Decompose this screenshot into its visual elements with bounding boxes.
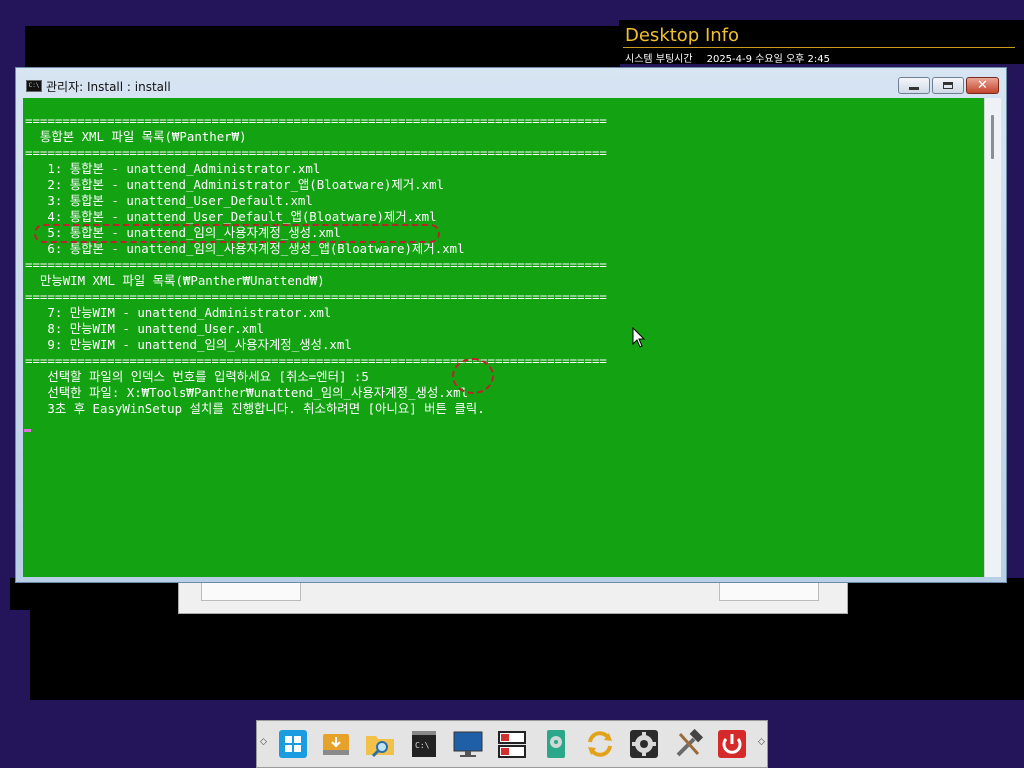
desktop-info-panel: Desktop Info 시스템 부팅시간 2025-4-9 수요일 오후 2:4…: [619, 20, 1024, 65]
console-line: 8: 만능WIM - unattend_User.xml: [25, 321, 265, 336]
vertical-scrollbar[interactable]: [984, 98, 1001, 577]
taskbar: ◇ ◇ C:\: [256, 720, 768, 768]
close-icon: ✕: [977, 78, 988, 93]
scrollbar-thumb[interactable]: [991, 115, 994, 159]
boot-time-label: 시스템 부팅시간: [625, 54, 693, 65]
console-line: ========================================…: [25, 257, 607, 272]
dialog-button[interactable]: [201, 581, 301, 601]
settings-icon[interactable]: [628, 728, 660, 760]
minimize-icon: [909, 87, 919, 90]
chevron-right-icon[interactable]: ◇: [758, 737, 765, 747]
console-line: 선택한 파일: X:₩Tools₩Panther₩unattend_임의_사용자…: [25, 385, 469, 400]
console-line: 만능WIM XML 파일 목록(₩Panther₩Unattend₩): [25, 273, 325, 288]
close-button[interactable]: ✕: [966, 77, 999, 94]
console-line: 3초 후 EasyWinSetup 설치를 진행합니다. 취소하려면 [아니요]…: [25, 401, 485, 416]
svg-text:C:\: C:\: [415, 741, 430, 750]
console-window[interactable]: C:\ 관리자: Install : install ✕ ===========…: [15, 67, 1007, 583]
maximize-icon: [943, 82, 953, 89]
maximize-button[interactable]: [932, 77, 964, 94]
disk-utility-icon[interactable]: [540, 728, 572, 760]
background-window: [25, 26, 620, 71]
cmd-icon: C:\: [26, 80, 42, 92]
mouse-pointer-icon: [632, 327, 646, 348]
minimize-button[interactable]: [898, 77, 930, 94]
console-output[interactable]: ========================================…: [23, 98, 984, 577]
usb-drive-icon[interactable]: [320, 728, 352, 760]
monitor-icon[interactable]: [452, 728, 484, 760]
windows-start-icon[interactable]: [277, 728, 309, 760]
console-line: ========================================…: [25, 353, 607, 368]
disk-manager-icon[interactable]: [496, 728, 528, 760]
text-cursor: [24, 429, 31, 432]
console-line: 통합본 XML 파일 목록(₩Panther₩): [25, 129, 247, 144]
tools-icon[interactable]: [672, 728, 704, 760]
console-line: 7: 만능WIM - unattend_Administrator.xml: [25, 305, 332, 320]
console-line: 6: 통합본 - unattend_임의_사용자계정_생성_앱(Bloatwar…: [25, 241, 465, 256]
console-line: 9: 만능WIM - unattend_임의_사용자계정_생성.xml: [25, 337, 352, 352]
sync-icon[interactable]: [584, 728, 616, 760]
desktop-info-divider: [623, 47, 1015, 48]
console-line: ========================================…: [25, 145, 607, 160]
command-prompt-icon[interactable]: C:\: [408, 728, 440, 760]
window-titlebar[interactable]: C:\ 관리자: Install : install ✕: [16, 68, 1006, 98]
console-line: 선택할 파일의 인덱스 번호를 입력하세요 [취소=엔터] :5: [25, 369, 369, 384]
desktop-info-title: Desktop Info: [625, 25, 740, 46]
console-line: ========================================…: [25, 289, 607, 304]
folder-search-icon[interactable]: [364, 728, 396, 760]
dialog-button[interactable]: [719, 581, 819, 601]
console-line: 3: 통합본 - unattend_User_Default.xml: [25, 193, 313, 208]
power-icon[interactable]: [716, 728, 748, 760]
highlight-selected-row: [34, 224, 440, 243]
console-line: 2: 통합본 - unattend_Administrator_앱(Bloatw…: [25, 177, 445, 192]
console-line: 1: 통합본 - unattend_Administrator.xml: [25, 161, 321, 176]
boot-time-value: 2025-4-9 수요일 오후 2:45: [706, 54, 830, 65]
chevron-left-icon[interactable]: ◇: [260, 737, 267, 747]
highlight-input-value: [452, 358, 494, 394]
console-line: ========================================…: [25, 113, 607, 128]
desktop-info-row: 시스템 부팅시간 2025-4-9 수요일 오후 2:45: [625, 50, 844, 65]
console-line: 4: 통합본 - unattend_User_Default_앱(Bloatwa…: [25, 209, 437, 224]
window-title: 관리자: Install : install: [46, 80, 171, 94]
